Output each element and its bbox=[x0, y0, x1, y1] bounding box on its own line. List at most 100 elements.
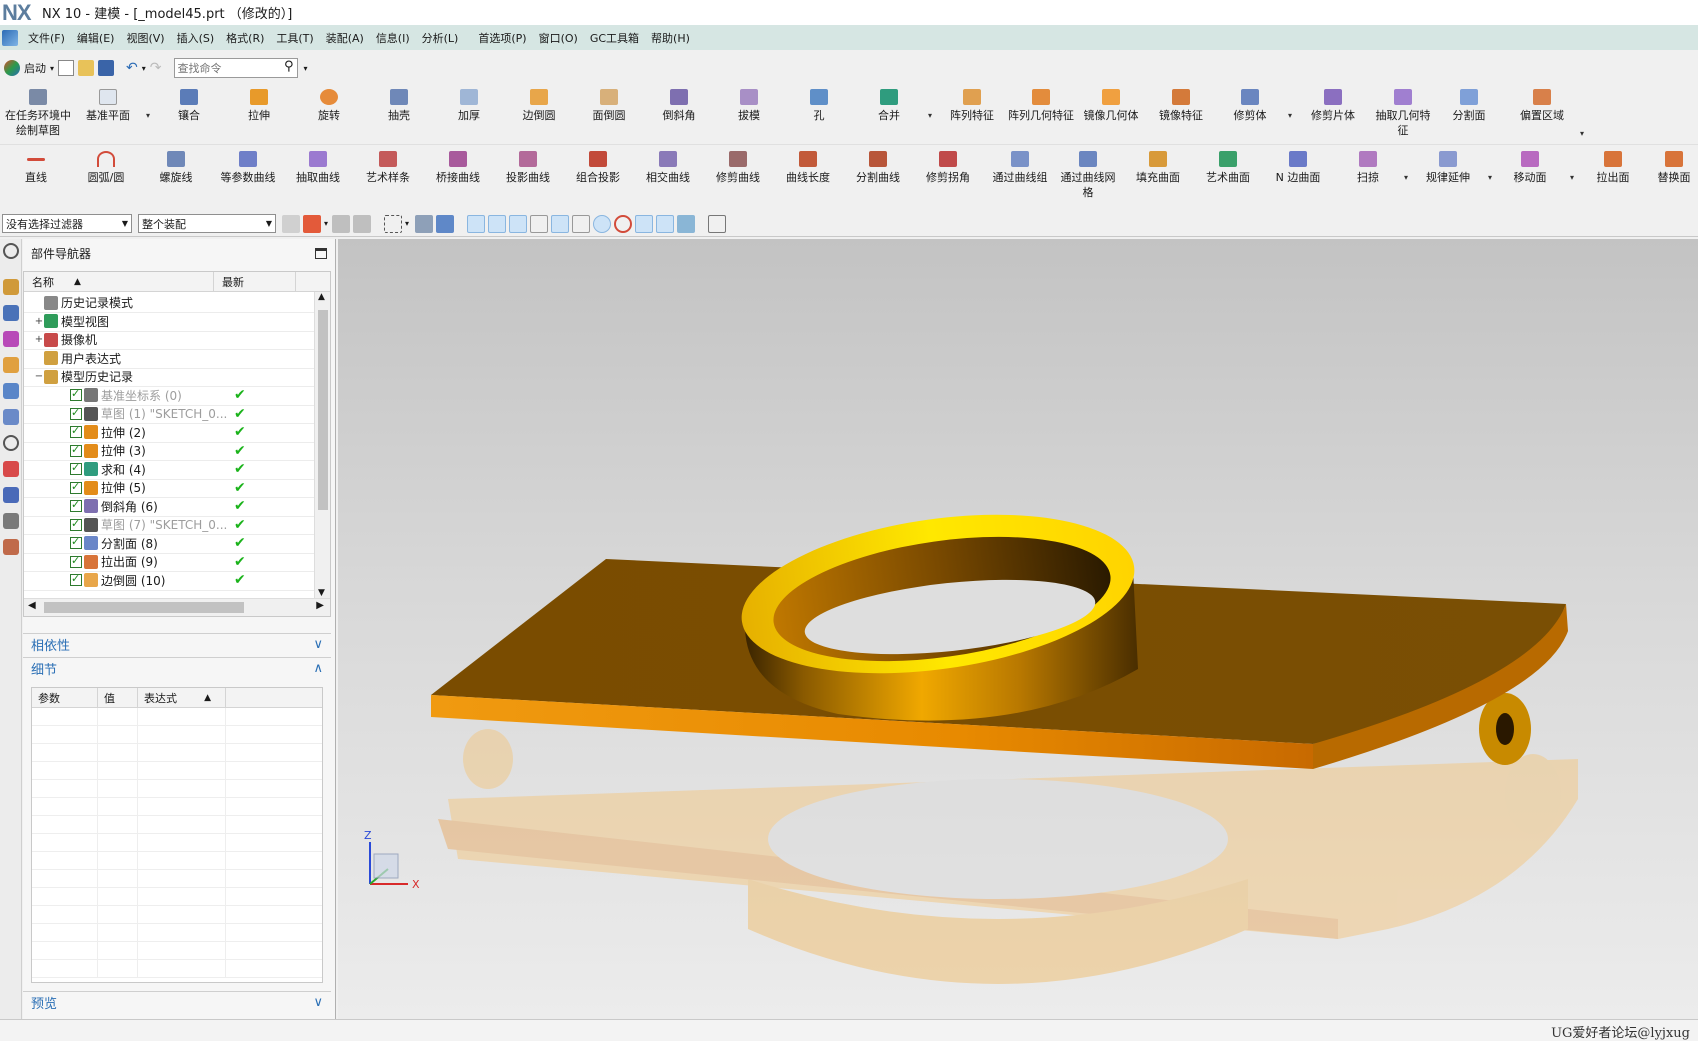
menu-window[interactable]: 窗口(O) bbox=[533, 30, 584, 46]
datum-plane-dropdown-icon[interactable]: ▾ bbox=[146, 111, 150, 120]
combined-projection-button[interactable]: 组合投影 bbox=[568, 151, 628, 185]
sketch-in-task-button[interactable]: 在任务环境中绘制草图 bbox=[4, 89, 72, 138]
select-component-icon[interactable] bbox=[332, 214, 351, 233]
scope-select[interactable]: 整个装配 ▼ bbox=[138, 214, 276, 233]
visibility-checkbox[interactable] bbox=[70, 498, 82, 512]
web-browser-icon[interactable] bbox=[3, 409, 19, 425]
undo-icon[interactable]: ↶ bbox=[126, 60, 138, 76]
studio-surface-button[interactable]: 艺术曲面 bbox=[1198, 151, 1258, 185]
unite-dropdown-icon[interactable]: ▾ bbox=[928, 111, 932, 120]
extract-curve-button[interactable]: 抽取曲线 bbox=[288, 151, 348, 185]
redo-icon[interactable]: ↷ bbox=[150, 60, 162, 76]
studio-spline-button[interactable]: 艺术样条 bbox=[358, 151, 418, 185]
menu-preferences[interactable]: 首选项(P) bbox=[472, 30, 532, 46]
tree-node[interactable]: + 模型视图 bbox=[24, 312, 314, 332]
feature-row[interactable]: 分割面 (8) ✔ bbox=[24, 534, 314, 554]
visibility-checkbox[interactable] bbox=[70, 424, 82, 438]
feature-row[interactable]: 求和 (4) ✔ bbox=[24, 460, 314, 480]
menu-view[interactable]: 视图(V) bbox=[120, 30, 170, 46]
swept-button[interactable]: 扫掠 bbox=[1340, 151, 1396, 185]
open-folder-icon[interactable] bbox=[78, 60, 95, 76]
select-feature-dropdown-icon[interactable]: ▾ bbox=[324, 219, 328, 228]
menu-analysis[interactable]: 分析(L) bbox=[416, 30, 465, 46]
command-search-input[interactable] bbox=[177, 61, 278, 75]
app-menu-icon[interactable] bbox=[2, 29, 18, 46]
project-curve-button[interactable]: 投影曲线 bbox=[498, 151, 558, 185]
column-value-header[interactable]: 值 bbox=[98, 688, 138, 707]
scroll-thumb[interactable] bbox=[318, 310, 328, 510]
bridge-curve-button[interactable]: 桥接曲线 bbox=[428, 151, 488, 185]
tree-node[interactable]: 用户表达式 bbox=[24, 349, 314, 369]
visibility-checkbox[interactable] bbox=[70, 535, 82, 549]
scroll-thumb[interactable] bbox=[44, 602, 244, 613]
visibility-checkbox[interactable] bbox=[70, 443, 82, 457]
start-button[interactable]: 启动 bbox=[24, 60, 46, 76]
mirror-feature-button[interactable]: 镜像特征 bbox=[1150, 89, 1212, 123]
feature-row[interactable]: 拉出面 (9) ✔ bbox=[24, 552, 314, 572]
fill-surface-button[interactable]: 填充曲面 bbox=[1128, 151, 1188, 185]
through-curve-mesh-button[interactable]: 通过曲线网格 bbox=[1058, 151, 1118, 200]
view-shaded-icon[interactable] bbox=[415, 214, 434, 233]
filter-general-icon[interactable] bbox=[282, 214, 300, 233]
snap-intersection-icon[interactable] bbox=[551, 214, 570, 233]
intersection-curve-button[interactable]: 相交曲线 bbox=[638, 151, 698, 185]
n-sided-surface-button[interactable]: N 边曲面 bbox=[1268, 151, 1328, 185]
pattern-geometry-button[interactable]: 阵列几何特征 bbox=[1008, 89, 1074, 123]
chevron-down-icon[interactable]: ▾ bbox=[50, 64, 54, 73]
assembly-navigator-icon[interactable] bbox=[3, 279, 19, 295]
snap-arc-center-icon[interactable] bbox=[572, 214, 591, 233]
visibility-checkbox[interactable] bbox=[70, 572, 82, 586]
extract-geometry-button[interactable]: 抽取几何特征 bbox=[1372, 89, 1434, 138]
view-box-icon[interactable] bbox=[436, 214, 455, 233]
move-face-button[interactable]: 移动面 bbox=[1502, 151, 1558, 185]
menu-edit[interactable]: 编辑(E) bbox=[71, 30, 121, 46]
iso-curve-button[interactable]: 等参数曲线 bbox=[214, 151, 282, 185]
snap-on-surface-icon[interactable] bbox=[656, 214, 675, 233]
reuse-library-icon[interactable] bbox=[3, 357, 19, 373]
select-feature-icon[interactable] bbox=[303, 214, 321, 233]
menu-insert[interactable]: 插入(S) bbox=[171, 30, 221, 46]
face-blend-button[interactable]: 面倒圆 bbox=[582, 89, 636, 123]
graphics-window[interactable]: Z X bbox=[338, 239, 1698, 1019]
trim-body-button[interactable]: 修剪体 bbox=[1222, 89, 1278, 123]
tree-node[interactable]: − 模型历史记录 bbox=[24, 367, 314, 387]
feature-row[interactable]: 草图 (7) "SKETCH_0... ✔ bbox=[24, 515, 314, 535]
tree-horizontal-scrollbar[interactable]: ◀ ▶ bbox=[24, 598, 330, 616]
visibility-checkbox[interactable] bbox=[70, 480, 82, 494]
tree-vertical-scrollbar[interactable]: ▲ ▼ bbox=[314, 292, 330, 598]
divide-curve-button[interactable]: 分割曲线 bbox=[848, 151, 908, 185]
edge-blend-button[interactable]: 边倒圆 bbox=[512, 89, 566, 123]
feature-row[interactable]: 草图 (1) "SKETCH_0... ✔ bbox=[24, 404, 314, 424]
feature-row[interactable]: 拉伸 (3) ✔ bbox=[24, 441, 314, 461]
menu-tools[interactable]: 工具(T) bbox=[270, 30, 319, 46]
through-curves-button[interactable]: 通过曲线组 bbox=[984, 151, 1056, 185]
arc-circle-button[interactable]: 圆弧/圆 bbox=[80, 151, 132, 185]
grid-icon[interactable] bbox=[708, 214, 727, 233]
snap-control-icon[interactable] bbox=[530, 214, 549, 233]
snap-point-on-curve-icon[interactable] bbox=[635, 214, 654, 233]
snap-quadrant-icon[interactable] bbox=[614, 214, 633, 233]
scroll-left-icon[interactable]: ◀ bbox=[28, 600, 36, 611]
trim-sheet-button[interactable]: 修剪片体 bbox=[1302, 89, 1364, 123]
trim-curve-button[interactable]: 修剪曲线 bbox=[708, 151, 768, 185]
expand-icon[interactable]: − bbox=[34, 371, 44, 382]
maximize-icon[interactable] bbox=[315, 247, 327, 259]
constraint-navigator-icon[interactable] bbox=[3, 305, 19, 321]
save-icon[interactable] bbox=[98, 60, 115, 76]
menu-format[interactable]: 格式(R) bbox=[220, 30, 270, 46]
roles-icon[interactable] bbox=[3, 539, 19, 555]
helix-button[interactable]: 螺旋线 bbox=[150, 151, 202, 185]
replace-face-button[interactable]: 替换面 bbox=[1650, 151, 1698, 185]
column-param-header[interactable]: 参数 bbox=[32, 688, 98, 707]
undo-dropdown-icon[interactable]: ▾ bbox=[142, 64, 146, 73]
process-studio-icon[interactable] bbox=[3, 487, 19, 503]
draft-button[interactable]: 拔模 bbox=[722, 89, 776, 123]
divide-face-button[interactable]: 分割面 bbox=[1442, 89, 1496, 123]
column-expression-header[interactable]: 表达式 ▲ bbox=[138, 688, 226, 707]
thicken-button[interactable]: 加厚 bbox=[442, 89, 496, 123]
unite-button[interactable]: 合并 bbox=[862, 89, 916, 123]
inlay-button[interactable]: 镶合 bbox=[162, 89, 216, 123]
ribbon1-more-icon[interactable]: ▾ bbox=[1580, 129, 1584, 138]
new-file-icon[interactable] bbox=[58, 60, 75, 76]
scroll-up-icon[interactable]: ▲ bbox=[318, 292, 325, 302]
